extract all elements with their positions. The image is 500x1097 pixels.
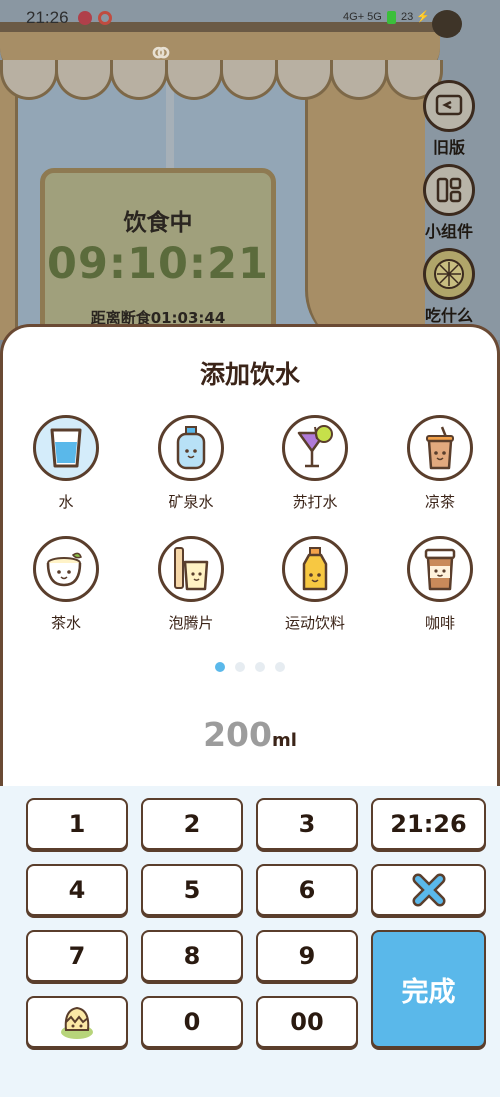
status-network: 4G+ 5G 23 ⚡ (343, 10, 430, 24)
water-bottle-icon (158, 415, 224, 481)
effervescent-tablet-icon (158, 536, 224, 602)
drink-label: 凉茶 (424, 493, 455, 511)
drink-option-coffee[interactable]: 咖啡 (390, 536, 490, 633)
fasting-timer-card: 饮食中 09:10:21 距离断食01:03:44 (40, 168, 276, 340)
status-time: 21:26 (26, 8, 69, 27)
page-indicator (3, 657, 497, 676)
drink-label: 咖啡 (424, 614, 455, 632)
done-button[interactable]: 完成 (371, 930, 486, 1048)
drink-label: 苏打水 (292, 493, 338, 511)
clear-x-icon (412, 873, 445, 907)
old-version-button[interactable]: 旧版 (420, 80, 478, 158)
widget-grid-icon (423, 164, 475, 216)
network-label: 4G+ 5G (343, 11, 382, 23)
page-dot[interactable] (215, 662, 225, 672)
sports-drink-bottle-icon (282, 536, 348, 602)
soda-glass-icon (282, 415, 348, 481)
drink-option-soda[interactable]: 苏打水 (265, 415, 365, 512)
key-4[interactable]: 4 (26, 864, 128, 916)
key-5[interactable]: 5 (141, 864, 243, 916)
emoji-key[interactable] (26, 996, 128, 1048)
page-dot[interactable] (255, 662, 265, 672)
side-button-label: 吃什么 (424, 306, 473, 325)
notification-ring-icon (98, 11, 112, 25)
key-8[interactable]: 8 (141, 930, 243, 982)
egg-chick-icon (61, 1006, 93, 1039)
drink-label: 矿泉水 (168, 493, 214, 511)
lemon-slice-icon (423, 248, 475, 300)
amount-display: 200ml (3, 715, 497, 754)
widget-button[interactable]: 小组件 (420, 164, 478, 242)
drink-label: 水 (58, 493, 74, 511)
drink-label: 泡腾片 (168, 614, 214, 632)
key-00[interactable]: 00 (256, 996, 358, 1048)
battery-icon (386, 10, 396, 24)
side-button-label: 旧版 (432, 138, 465, 157)
key-6[interactable]: 6 (256, 864, 358, 916)
drink-option-water[interactable]: 水 (16, 415, 116, 512)
drink-option-tea[interactable]: 茶水 (16, 536, 116, 633)
background-scene: ⚭ 21:26 4G+ 5G 23 ⚡ 饮食中 09:10:21 距离断食01:… (0, 0, 500, 340)
add-water-sheet: 添加饮水 水 矿泉水 苏打水 凉茶 茶水 泡腾片 运动饮料 咖啡 200ml (0, 324, 500, 786)
tea-cup-icon (33, 536, 99, 602)
back-screen-icon (423, 80, 475, 132)
curtain-right (305, 70, 425, 340)
time-key[interactable]: 21:26 (371, 798, 486, 850)
key-9[interactable]: 9 (256, 930, 358, 982)
bow-icon: ⚭ (146, 34, 176, 74)
amount-value: 200 (203, 715, 272, 754)
avatar[interactable] (432, 10, 462, 38)
drink-label: 茶水 (50, 614, 81, 632)
key-0[interactable]: 0 (141, 996, 243, 1048)
sheet-title: 添加饮水 (199, 360, 300, 389)
charging-icon: ⚡ (416, 11, 430, 23)
numeric-keypad: 1 2 3 21:26 4 5 6 7 8 9 0 00 完成 (0, 786, 500, 1097)
key-1[interactable]: 1 (26, 798, 128, 850)
status-bar: 21:26 4G+ 5G 23 ⚡ (0, 0, 500, 38)
key-2[interactable]: 2 (141, 798, 243, 850)
herbal-tea-cup-icon (407, 415, 473, 481)
drink-option-mineral-water[interactable]: 矿泉水 (141, 415, 241, 512)
timer-value: 09:10:21 (47, 239, 269, 289)
side-button-label: 小组件 (424, 222, 473, 241)
curtain-left (0, 70, 18, 340)
drink-option-herbal-tea[interactable]: 凉茶 (390, 415, 490, 512)
what-to-eat-button[interactable]: 吃什么 (420, 248, 478, 326)
drink-label: 运动饮料 (284, 614, 345, 632)
notification-app-icon (78, 11, 92, 25)
drink-option-effervescent[interactable]: 泡腾片 (141, 536, 241, 633)
water-glass-icon (33, 415, 99, 481)
key-7[interactable]: 7 (26, 930, 128, 982)
amount-unit: ml (271, 730, 297, 751)
page-dot[interactable] (275, 662, 285, 672)
key-3[interactable]: 3 (256, 798, 358, 850)
drink-option-sports-drink[interactable]: 运动饮料 (265, 536, 365, 633)
coffee-cup-icon (407, 536, 473, 602)
battery-level: 23 (400, 11, 414, 23)
page-dot[interactable] (235, 662, 245, 672)
clear-button[interactable] (371, 864, 486, 916)
timer-title: 饮食中 (123, 210, 193, 236)
